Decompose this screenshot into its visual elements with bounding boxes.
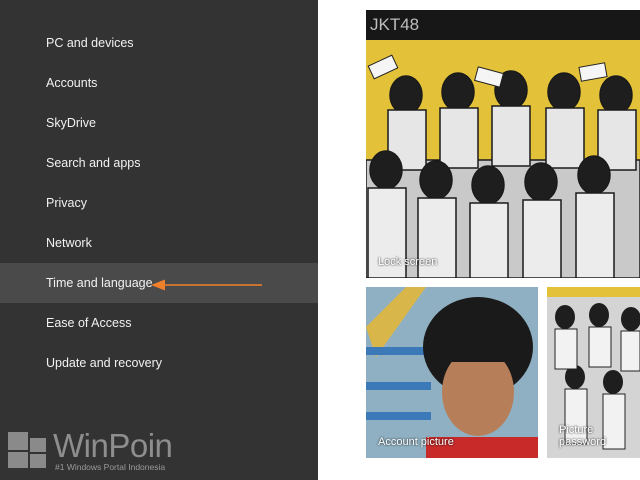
- account-picture-label: Account picture: [378, 436, 454, 448]
- sidebar-item-update-and-recovery[interactable]: Update and recovery: [0, 343, 318, 383]
- sidebar-item-label: PC and devices: [46, 36, 134, 50]
- account-picture-tile[interactable]: Account picture: [366, 287, 538, 458]
- sidebar-item-label: Privacy: [46, 196, 87, 210]
- sidebar-item-label: Time and language: [46, 276, 153, 290]
- lock-screen-tile[interactable]: JKT48 Lock screen: [366, 10, 640, 278]
- settings-sidebar: PC and devices Accounts SkyDrive Search …: [0, 0, 318, 480]
- sidebar-item-network[interactable]: Network: [0, 223, 318, 263]
- sidebar-item-label: Accounts: [46, 76, 98, 90]
- account-photo-image: [366, 287, 538, 458]
- sidebar-item-search-and-apps[interactable]: Search and apps: [0, 143, 318, 183]
- sidebar-item-label: Update and recovery: [46, 356, 163, 370]
- sidebar-item-privacy[interactable]: Privacy: [0, 183, 318, 223]
- picture-password-label: Picture password: [559, 424, 607, 448]
- group-photo-image: [366, 10, 640, 278]
- winpoin-watermark: WinPoin #1 Windows Portal Indonesia: [8, 427, 188, 475]
- sidebar-item-accounts[interactable]: Accounts: [0, 63, 318, 103]
- sidebar-item-pc-and-devices[interactable]: PC and devices: [0, 23, 318, 63]
- sidebar-item-label: Network: [46, 236, 92, 250]
- watermark-brand: WinPoin: [53, 427, 173, 464]
- group-title: JKT48: [366, 10, 640, 40]
- pointer-arrow-icon: [151, 279, 262, 291]
- sidebar-item-skydrive[interactable]: SkyDrive: [0, 103, 318, 143]
- picture-password-tile[interactable]: Picture password: [547, 287, 640, 458]
- lock-screen-label: Lock screen: [378, 256, 438, 268]
- watermark-tagline: #1 Windows Portal Indonesia: [55, 462, 166, 472]
- sidebar-item-label: Search and apps: [46, 156, 141, 170]
- sidebar-item-label: SkyDrive: [46, 116, 97, 130]
- sidebar-item-ease-of-access[interactable]: Ease of Access: [0, 303, 318, 343]
- sidebar-item-label: Ease of Access: [46, 316, 132, 330]
